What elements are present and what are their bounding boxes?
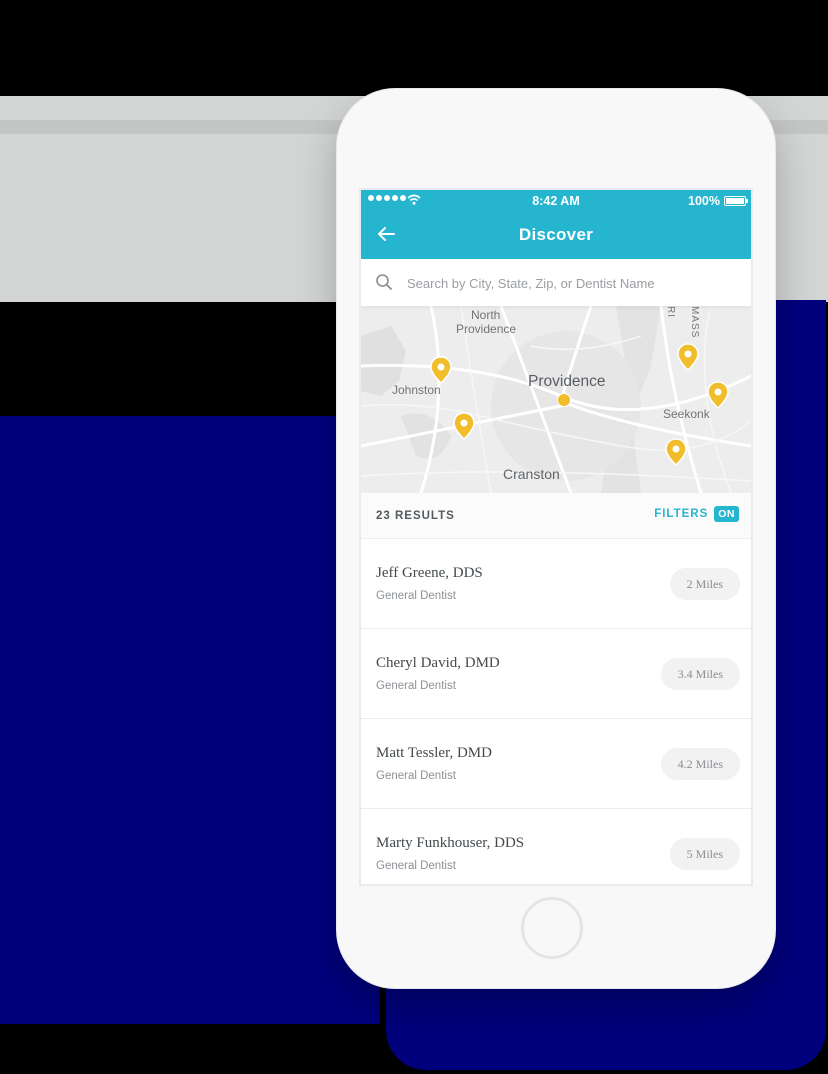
results-count: 23 RESULTS bbox=[376, 510, 455, 522]
dentist-specialty: General Dentist bbox=[376, 590, 456, 602]
status-bar: 8:42 AM 100% bbox=[361, 190, 751, 212]
filters-status-badge: ON bbox=[714, 506, 739, 522]
filters-button[interactable]: FILTERS ON bbox=[654, 506, 739, 522]
map-label-north-providence: Providence bbox=[456, 322, 517, 336]
map-label-johnston: Johnston bbox=[392, 383, 441, 397]
dentist-specialty: General Dentist bbox=[376, 680, 456, 692]
battery-percentage: 100% bbox=[688, 194, 720, 208]
map-label-ri: RI bbox=[665, 306, 676, 318]
map-pin-icon[interactable] bbox=[453, 412, 475, 440]
map-label-north: North bbox=[471, 308, 501, 322]
search-input[interactable] bbox=[405, 267, 739, 299]
map-pin-icon[interactable] bbox=[677, 343, 699, 371]
results-header: 23 RESULTS FILTERS ON bbox=[361, 493, 751, 539]
battery-icon bbox=[724, 196, 748, 206]
current-location-icon bbox=[557, 393, 571, 407]
dentist-name: Matt Tessler, DMD bbox=[376, 745, 492, 761]
search-icon bbox=[376, 274, 392, 290]
dentist-specialty: General Dentist bbox=[376, 860, 456, 872]
background-navy-block bbox=[0, 416, 380, 1024]
list-item[interactable]: Cheryl David, DMD General Dentist 3.4 Mi… bbox=[361, 629, 751, 719]
dentist-name: Jeff Greene, DDS bbox=[376, 565, 483, 581]
distance-badge: 2 Miles bbox=[669, 568, 740, 600]
search-bar bbox=[361, 259, 751, 306]
map-pin-icon[interactable] bbox=[665, 438, 687, 466]
dentist-list: Jeff Greene, DDS General Dentist 2 Miles… bbox=[361, 539, 751, 884]
phone-frame: 8:42 AM 100% Discover Search by City, St… bbox=[337, 89, 775, 988]
list-item[interactable]: Marty Funkhouser, DDS General Dentist 5 … bbox=[361, 809, 751, 884]
map-pin-icon[interactable] bbox=[707, 381, 729, 409]
page-title: Discover bbox=[518, 225, 594, 244]
dentist-name: Marty Funkhouser, DDS bbox=[376, 835, 525, 851]
dentist-specialty: General Dentist bbox=[376, 770, 456, 782]
navigation-bar: Discover bbox=[361, 212, 751, 259]
phone-screen: 8:42 AM 100% Discover Search by City, St… bbox=[361, 190, 751, 884]
map-label-cranston: Cranston bbox=[503, 466, 560, 482]
map-label-mass: MASS bbox=[689, 306, 700, 339]
list-item[interactable]: Matt Tessler, DMD General Dentist 4.2 Mi… bbox=[361, 719, 751, 809]
distance-badge: 4.2 Miles bbox=[660, 748, 740, 780]
list-item[interactable]: Jeff Greene, DDS General Dentist 2 Miles bbox=[361, 539, 751, 629]
home-button[interactable] bbox=[521, 897, 583, 959]
map-label-seekonk: Seekonk bbox=[663, 407, 710, 421]
distance-badge: 5 Miles bbox=[669, 838, 740, 870]
dentist-name: Cheryl David, DMD bbox=[376, 655, 500, 671]
map-view[interactable]: North Providence Providence Johnston See… bbox=[361, 306, 751, 493]
map-pin-icon[interactable] bbox=[430, 356, 452, 384]
distance-badge: 3.4 Miles bbox=[660, 658, 740, 690]
map-label-providence: Providence bbox=[528, 373, 606, 390]
back-arrow-icon[interactable] bbox=[375, 223, 397, 245]
filters-label: FILTERS bbox=[654, 508, 709, 520]
